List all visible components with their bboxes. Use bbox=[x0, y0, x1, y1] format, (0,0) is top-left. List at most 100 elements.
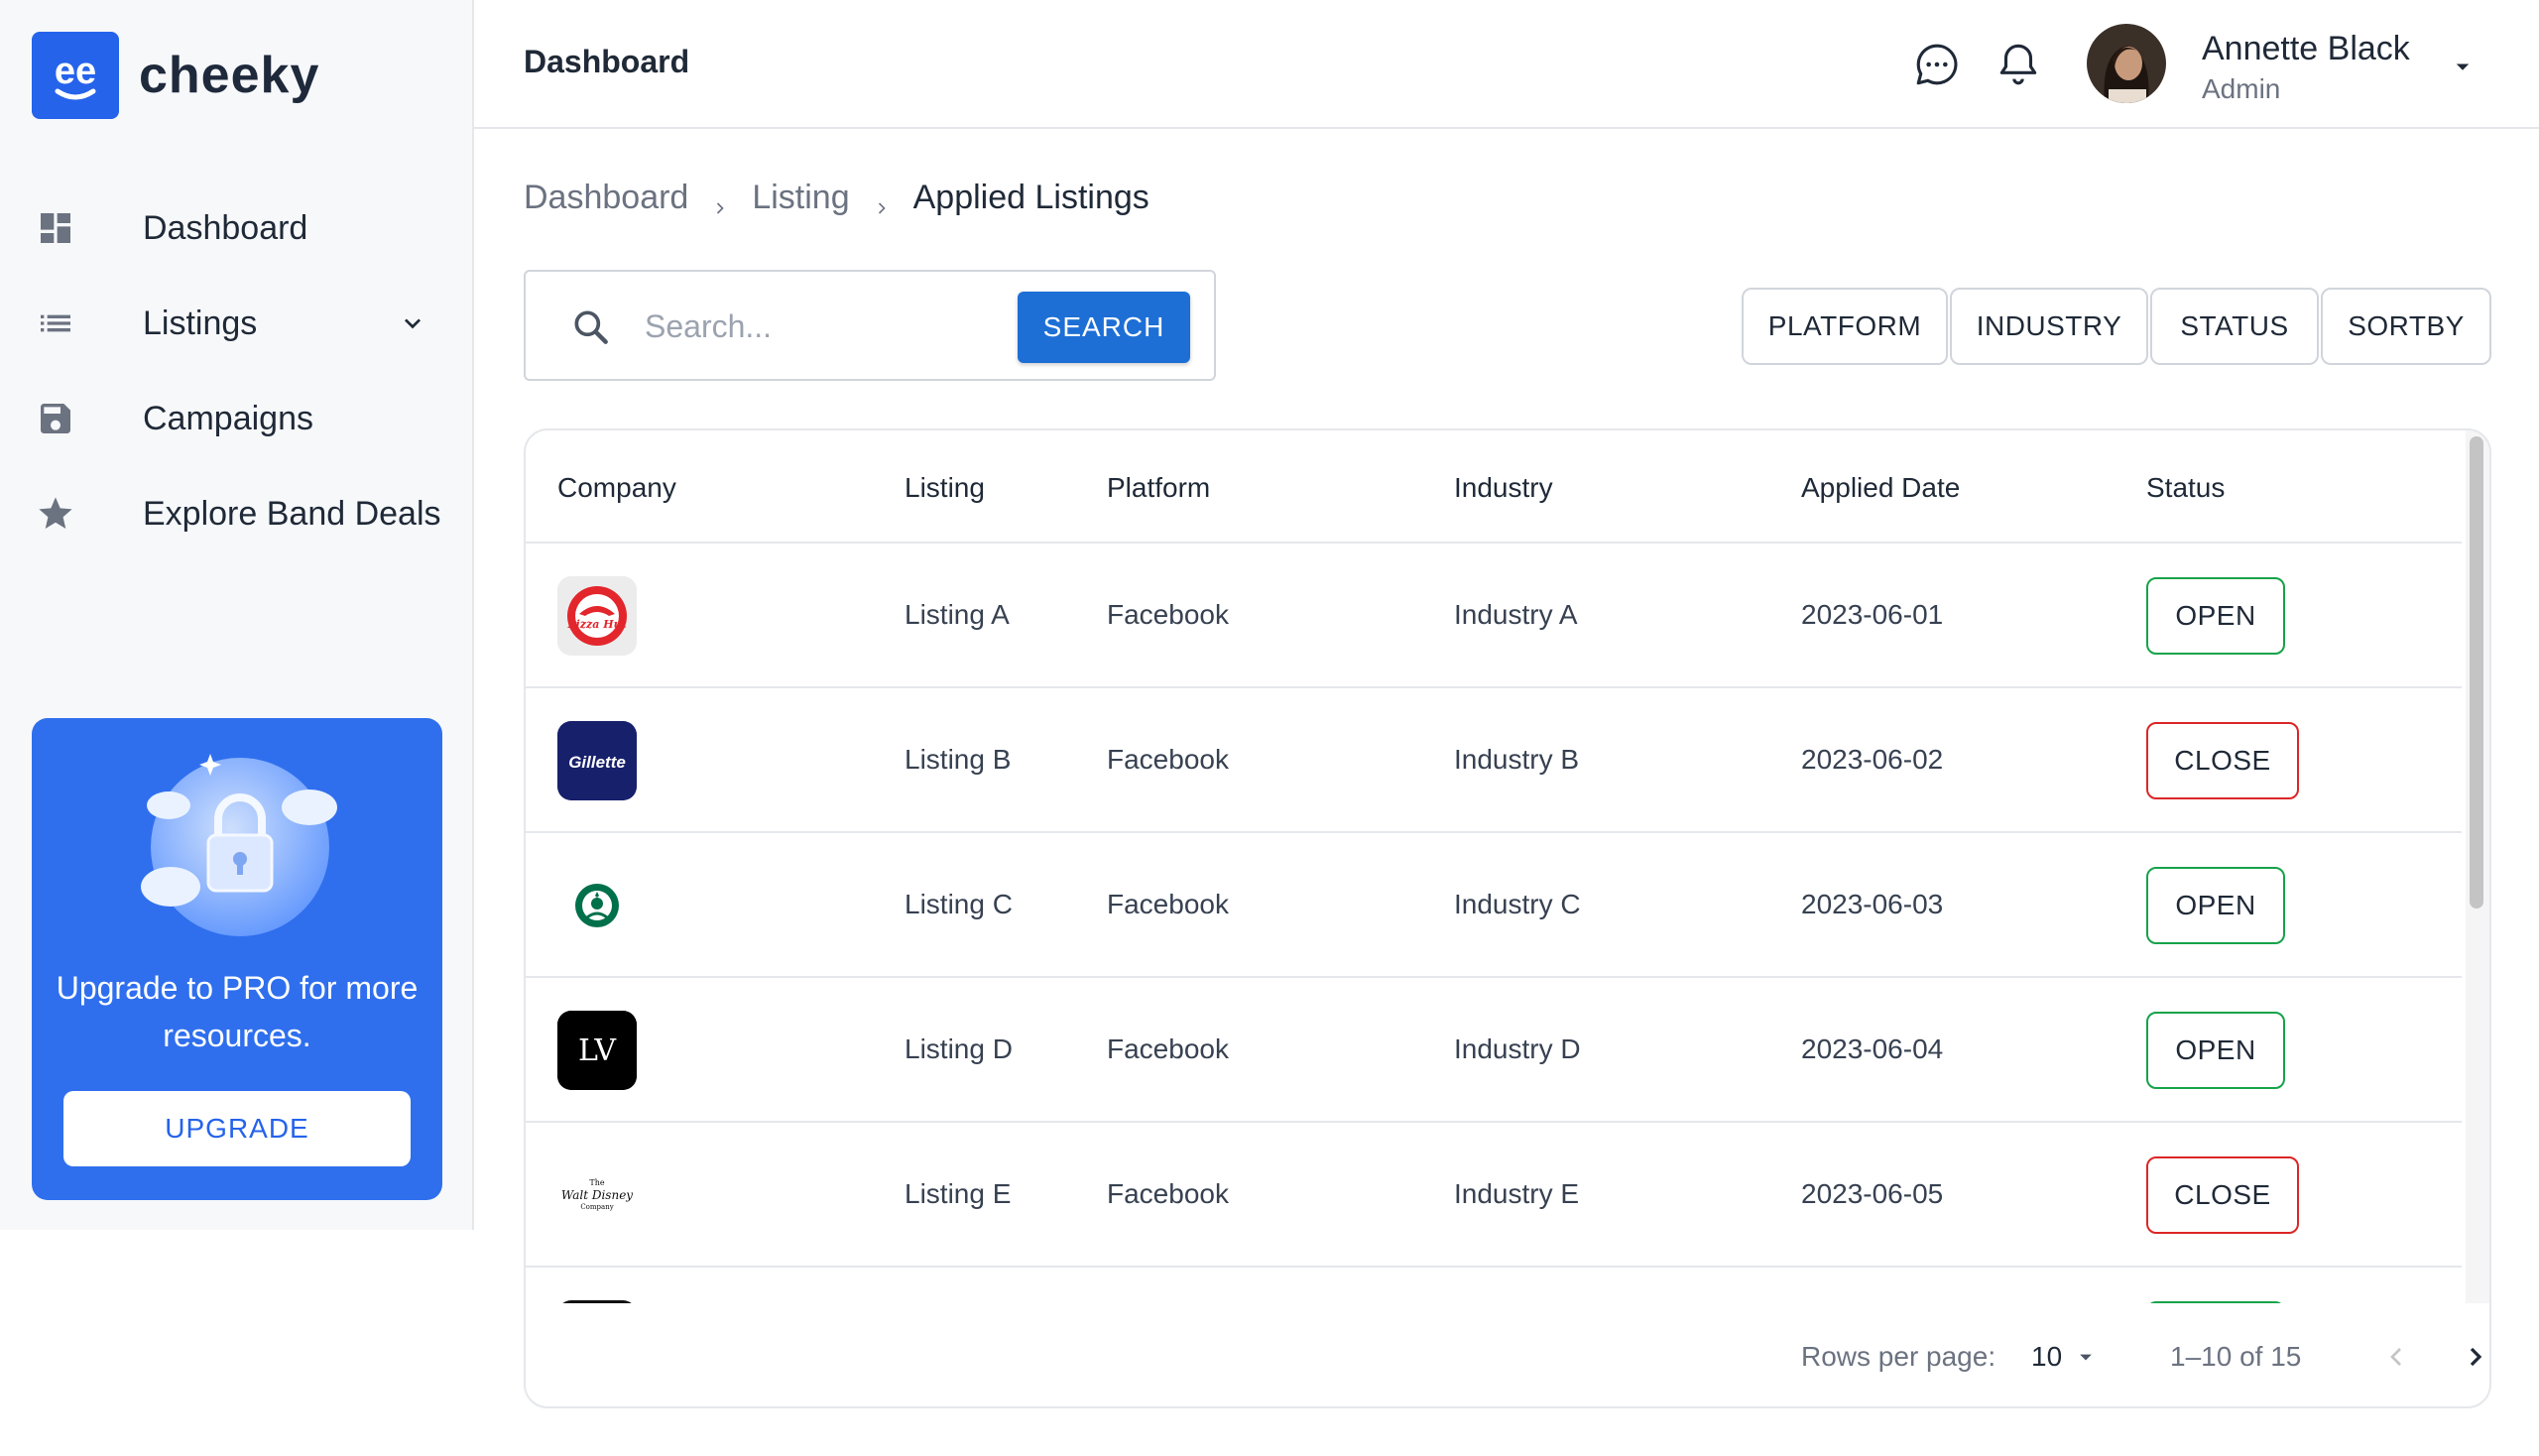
breadcrumb-applied-listings: Applied Listings bbox=[912, 179, 1149, 216]
svg-text:Pizza Hut: Pizza Hut bbox=[566, 618, 626, 631]
logo-badge-icon: ee bbox=[32, 32, 119, 119]
breadcrumb-listing[interactable]: Listing bbox=[752, 179, 849, 217]
platform-cell: Facebook bbox=[1107, 599, 1229, 630]
status-open-button[interactable]: OPEN bbox=[2146, 867, 2285, 944]
walt-disney-logo-icon: The Walt Disney Company bbox=[557, 1155, 637, 1235]
app-name: cheeky bbox=[139, 47, 320, 104]
chevron-right-icon bbox=[710, 188, 730, 214]
platform-cell: Facebook bbox=[1107, 1033, 1229, 1064]
listings-table-card: Company Listing Platform Industry Applie… bbox=[524, 428, 2491, 1408]
svg-text:The: The bbox=[589, 1178, 604, 1187]
upgrade-button[interactable]: UPGRADE bbox=[63, 1091, 411, 1166]
sidebar-nav: Dashboard Listings Campaigns Explore Ban… bbox=[0, 181, 472, 561]
listing-cell: Listing C bbox=[905, 889, 1013, 919]
chevron-down-icon[interactable] bbox=[393, 303, 432, 343]
table-row[interactable]: Pizza Hut Listing A Facebook Industry A … bbox=[526, 544, 2462, 688]
search-button[interactable]: SEARCH bbox=[1018, 292, 1190, 363]
top-header: Dashboard Annette Black Admin bbox=[474, 0, 2539, 129]
previous-page-button[interactable] bbox=[2372, 1333, 2420, 1381]
filter-sortby-button[interactable]: SORTBY bbox=[2321, 288, 2491, 365]
avatar[interactable] bbox=[2087, 24, 2166, 103]
rows-per-page-select[interactable]: 10 bbox=[2031, 1337, 2111, 1377]
listing-cell: Listing E bbox=[905, 1178, 1012, 1209]
dashboard-icon bbox=[36, 208, 75, 248]
chevron-right-icon bbox=[872, 188, 892, 214]
star-icon bbox=[36, 494, 75, 534]
date-cell: 2023-06-01 bbox=[1801, 599, 1944, 630]
table-row[interactable]: Gillette Listing B Facebook Industry B 2… bbox=[526, 688, 2462, 833]
table-row[interactable] bbox=[526, 1268, 2462, 1303]
pagination: Rows per page: 10 1–10 of 15 bbox=[526, 1303, 2489, 1406]
sidebar-item-explore-band-deals[interactable]: Explore Band Deals bbox=[0, 466, 472, 561]
date-cell: 2023-06-05 bbox=[1801, 1178, 1944, 1209]
user-name: Annette Black bbox=[2202, 30, 2410, 67]
table-row[interactable]: The Walt Disney Company Listing E Facebo… bbox=[526, 1123, 2462, 1268]
breadcrumb: Dashboard Listing Applied Listings bbox=[524, 179, 1149, 217]
lock-illustration-icon bbox=[141, 748, 339, 946]
pizza-hut-logo-icon: Pizza Hut bbox=[557, 576, 637, 656]
date-cell: 2023-06-03 bbox=[1801, 889, 1944, 919]
sidebar-item-label: Campaigns bbox=[143, 399, 313, 437]
svg-text:Company: Company bbox=[580, 1203, 613, 1211]
column-header-listing[interactable]: Listing bbox=[905, 472, 985, 504]
listing-cell: Listing B bbox=[905, 744, 1012, 775]
filter-industry-button[interactable]: INDUSTRY bbox=[1950, 288, 2148, 365]
bell-icon[interactable] bbox=[1992, 38, 2045, 91]
industry-cell: Industry A bbox=[1454, 599, 1578, 630]
listing-cell: Listing A bbox=[905, 599, 1010, 630]
sidebar-item-label: Listings bbox=[143, 303, 258, 342]
table-row[interactable]: LV Listing D Facebook Industry D 2023-06… bbox=[526, 978, 2462, 1123]
table-scroll-area[interactable]: Company Listing Platform Industry Applie… bbox=[526, 430, 2462, 1303]
date-cell: 2023-06-02 bbox=[1801, 744, 1944, 775]
page-title: Dashboard bbox=[524, 44, 690, 79]
platform-cell: Facebook bbox=[1107, 889, 1229, 919]
industry-cell: Industry C bbox=[1454, 889, 1581, 919]
sidebar-item-campaigns[interactable]: Campaigns bbox=[0, 371, 472, 466]
industry-cell: Industry E bbox=[1454, 1178, 1580, 1209]
column-header-industry[interactable]: Industry bbox=[1454, 472, 1553, 504]
table-row[interactable]: Listing C Facebook Industry C 2023-06-03… bbox=[526, 833, 2462, 978]
status-open-button[interactable]: OPEN bbox=[2146, 1012, 2285, 1089]
filter-status-button[interactable]: STATUS bbox=[2150, 288, 2319, 365]
upgrade-promo-text: Upgrade to PRO for more resources. bbox=[56, 970, 419, 1053]
listing-cell: Listing D bbox=[905, 1033, 1013, 1064]
chevron-right-icon bbox=[2470, 1347, 2482, 1367]
column-header-applied-date[interactable]: Applied Date bbox=[1801, 472, 1960, 504]
status-close-button[interactable]: CLOSE bbox=[2146, 722, 2299, 799]
caret-down-icon[interactable] bbox=[2448, 52, 2478, 81]
save-icon bbox=[36, 399, 75, 438]
status-close-button[interactable]: CLOSE bbox=[2146, 1156, 2299, 1234]
sidebar-item-label: Dashboard bbox=[143, 208, 308, 247]
caret-down-icon bbox=[2080, 1354, 2092, 1361]
date-cell: 2023-06-04 bbox=[1801, 1033, 1944, 1064]
svg-text:Gillette: Gillette bbox=[568, 753, 626, 772]
search-icon bbox=[569, 305, 613, 349]
sidebar: ee cheeky Dashboard Listings Campaigns E… bbox=[0, 0, 474, 1230]
starbucks-logo-icon bbox=[557, 866, 637, 945]
filter-platform-button[interactable]: PLATFORM bbox=[1742, 288, 1948, 365]
chevron-left-icon bbox=[2390, 1348, 2401, 1366]
breadcrumb-dashboard[interactable]: Dashboard bbox=[524, 179, 688, 217]
sidebar-item-listings[interactable]: Listings bbox=[0, 276, 472, 371]
industry-cell: Industry B bbox=[1454, 744, 1580, 775]
louis-vuitton-logo-icon: LV bbox=[557, 1011, 637, 1090]
search-input[interactable] bbox=[645, 302, 1002, 351]
sidebar-item-dashboard[interactable]: Dashboard bbox=[0, 181, 472, 276]
upgrade-promo-card: Upgrade to PRO for more resources. UPGRA… bbox=[32, 718, 442, 1200]
scrollbar-thumb[interactable] bbox=[2470, 436, 2483, 909]
column-header-platform[interactable]: Platform bbox=[1107, 472, 1210, 504]
rows-per-page-value: 10 bbox=[2031, 1341, 2063, 1372]
platform-cell: Facebook bbox=[1107, 1178, 1229, 1209]
user-role: Admin bbox=[2202, 73, 2281, 104]
industry-cell: Industry D bbox=[1454, 1033, 1581, 1064]
next-page-button[interactable] bbox=[2452, 1333, 2489, 1381]
column-header-company[interactable]: Company bbox=[557, 472, 676, 504]
chat-icon[interactable] bbox=[1910, 38, 1964, 91]
list-icon bbox=[36, 303, 75, 343]
svg-text:LV: LV bbox=[578, 1033, 617, 1068]
svg-text:ee: ee bbox=[55, 51, 96, 92]
status-open-button[interactable]: OPEN bbox=[2146, 577, 2285, 655]
app-logo[interactable]: ee cheeky bbox=[32, 32, 319, 119]
svg-text:Walt Disney: Walt Disney bbox=[561, 1188, 633, 1202]
column-header-status[interactable]: Status bbox=[2146, 472, 2225, 504]
